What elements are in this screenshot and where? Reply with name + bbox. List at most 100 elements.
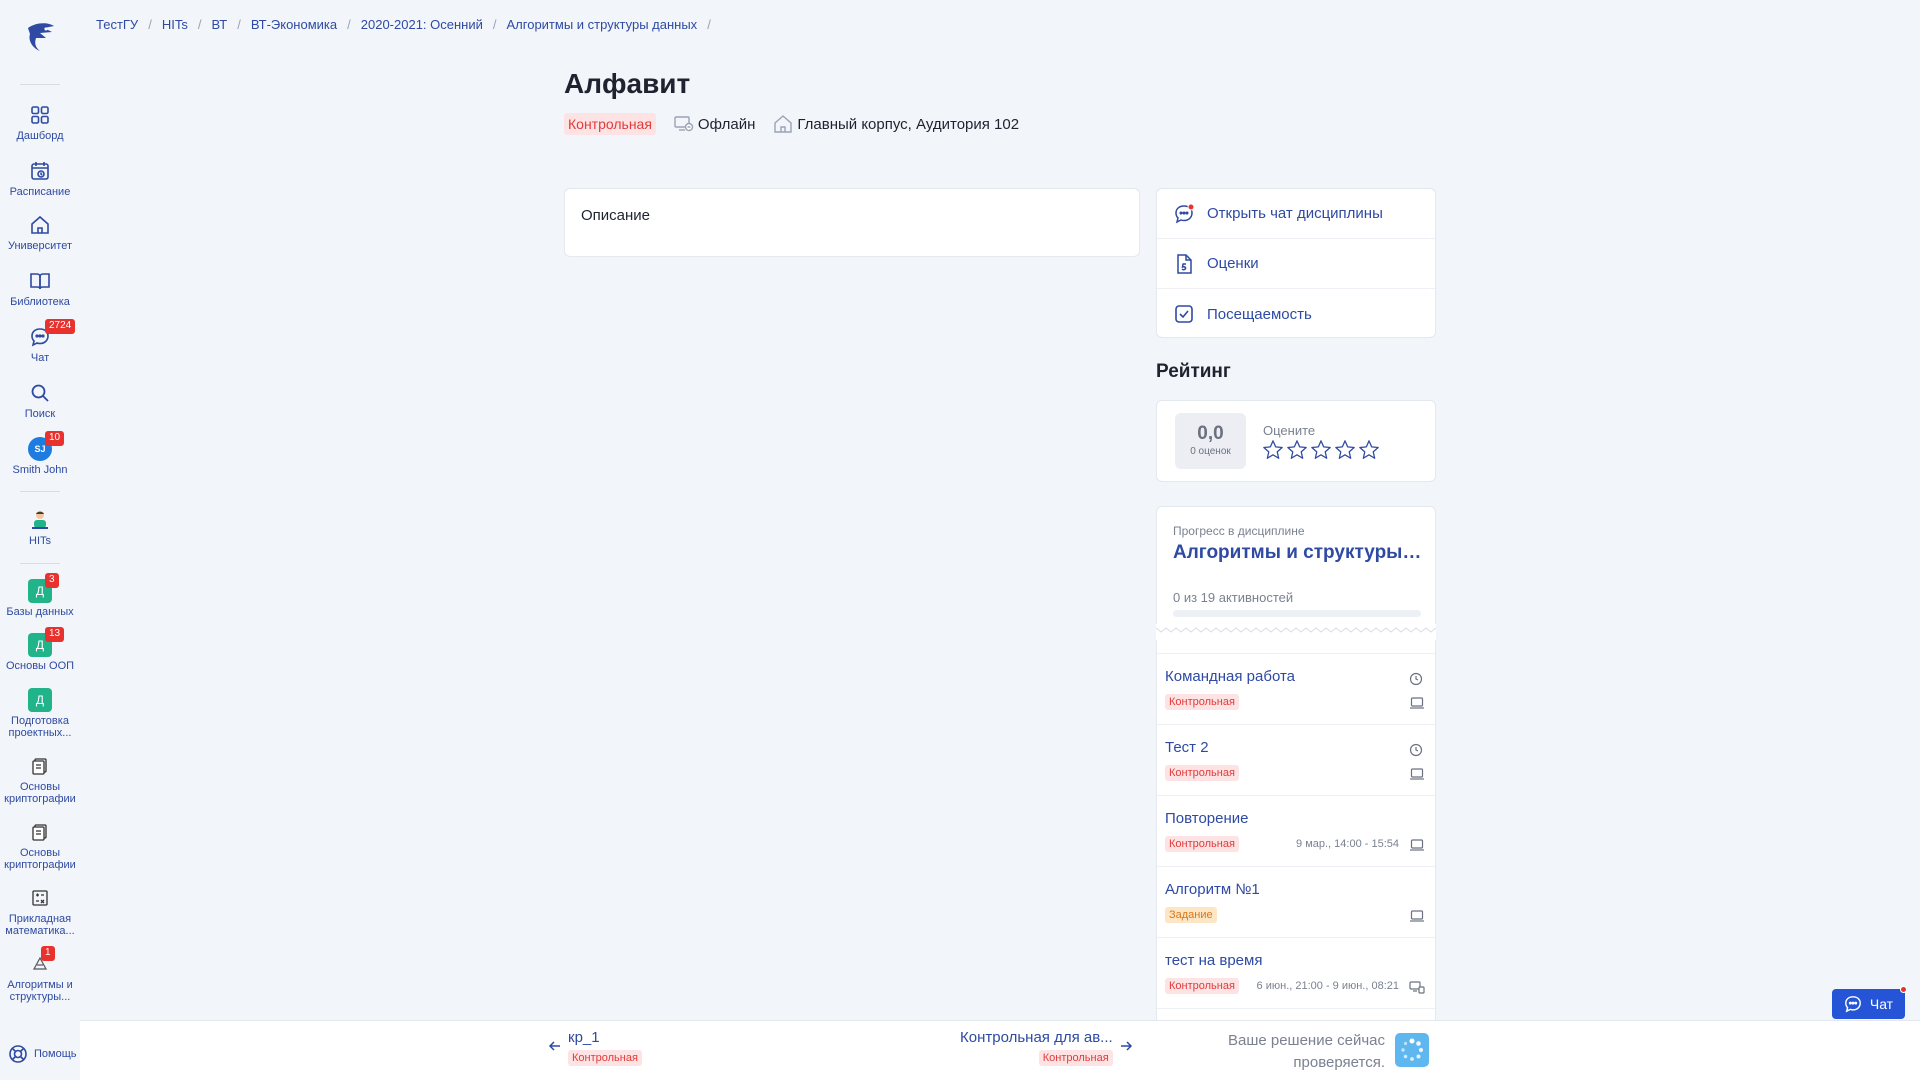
breadcrumb-item[interactable]: 2020-2021: Осенний: [361, 17, 483, 32]
breadcrumb-item[interactable]: Алгоритмы и структуры данных: [507, 17, 698, 32]
activity-navigation-bar: кр_1 Контрольная Контрольная для ав... К…: [80, 1020, 1920, 1080]
description-card: Описание: [564, 188, 1140, 257]
quick-links-card: Открыть чат дисциплины Оценки Посещаемос…: [1156, 188, 1436, 338]
hybrid-format-icon: [1409, 981, 1425, 994]
sidebar-divider: [20, 491, 60, 492]
help-label: Помощь: [34, 1048, 77, 1060]
arrow-right-icon: [1120, 1041, 1132, 1051]
list-item[interactable]: Повторение Контрольная 9 мар., 14:00 - 1…: [1157, 796, 1435, 867]
format-info: Офлайн: [674, 115, 755, 133]
grades-doc-icon: [1173, 253, 1195, 275]
chat-icon: [1844, 996, 1861, 1013]
link-label: Оценки: [1207, 255, 1259, 272]
solution-status: Ваше решение сейчас проверяется.: [1180, 1030, 1385, 1074]
activity-title[interactable]: Тест 2: [1165, 739, 1209, 756]
star-icon[interactable]: [1358, 439, 1380, 461]
sidebar-item-label: Чат: [30, 352, 50, 364]
rating-card: 0,0 0 оценок Оцените: [1156, 400, 1436, 482]
chat-notification-dot: [1900, 986, 1907, 993]
previous-activity-link[interactable]: кр_1 Контрольная: [548, 1029, 642, 1066]
rating-score: 0,0 0 оценок: [1175, 413, 1246, 469]
sidebar-item-label: Подготовка проектных...: [8, 715, 72, 739]
breadcrumb-item[interactable]: ТестГУ: [96, 17, 138, 32]
sidebar-item-label: HITs: [29, 535, 51, 547]
chat-icon: 2724: [28, 319, 76, 349]
activity-title[interactable]: Командная работа: [1165, 668, 1295, 685]
sidebar-course-algorithms[interactable]: 1 Алгоритмы и структуры...: [0, 946, 80, 1003]
next-activity-link[interactable]: Контрольная для ав... Контрольная: [960, 1029, 1132, 1066]
star-icon[interactable]: [1286, 439, 1308, 461]
course-book-icon: [28, 754, 52, 778]
laptop-icon: [1410, 768, 1424, 780]
list-item[interactable]: Алгоритм №1 Задание: [1157, 867, 1435, 938]
grades-link[interactable]: Оценки: [1157, 239, 1435, 289]
sidebar-course-oop[interactable]: Д 13 Основы ООП: [0, 627, 80, 672]
solution-status-line: проверяется.: [1293, 1054, 1385, 1071]
activity-title[interactable]: Алгоритм №1: [1165, 881, 1260, 898]
sidebar-course-databases[interactable]: Д 3 Базы данных: [0, 573, 80, 618]
previous-activity-title: кр_1: [568, 1029, 600, 1046]
help-link[interactable]: Помощь: [8, 1044, 77, 1064]
activity-title[interactable]: Повторение: [1165, 810, 1249, 827]
sidebar-item-label: Университет: [7, 240, 73, 252]
hits-mascot-icon: [28, 508, 52, 532]
rate-prompt: Оцените: [1263, 423, 1316, 438]
laptop-icon: [1410, 839, 1424, 851]
sidebar-course-crypto-1[interactable]: Основы криптографии: [0, 754, 80, 805]
activity-list: Командная работа Контрольная Тест 2 Конт…: [1156, 640, 1436, 1020]
list-item: [1157, 640, 1435, 654]
attendance-link[interactable]: Посещаемость: [1157, 289, 1435, 339]
university-logo-icon[interactable]: [22, 18, 58, 54]
sidebar-item-label: Smith John: [12, 464, 68, 476]
offline-icon: [674, 116, 694, 132]
list-item[interactable]: тест на время Контрольная 6 июн., 21:00 …: [1157, 938, 1435, 1009]
sidebar-item-profile[interactable]: SJ 10 Smith John: [0, 431, 80, 476]
star-rating-input: [1262, 439, 1380, 461]
list-item[interactable]: Командная работа Контрольная: [1157, 654, 1435, 725]
star-icon[interactable]: [1310, 439, 1332, 461]
activity-tag: Контрольная: [1165, 694, 1239, 710]
sidebar-item-university[interactable]: Университет: [0, 213, 80, 252]
sidebar-course-crypto-2[interactable]: Основы криптографии: [0, 820, 80, 871]
activity-tag: Контрольная: [1165, 978, 1239, 994]
progress-bar: [1173, 610, 1421, 617]
sidebar-item-label: Основы ООП: [5, 660, 75, 672]
breadcrumb-item[interactable]: ВТ: [211, 17, 227, 32]
sidebar-item-library[interactable]: Библиотека: [0, 269, 80, 308]
star-icon[interactable]: [1334, 439, 1356, 461]
breadcrumb: ТестГУ / HITs / ВТ / ВТ-Экономика / 2020…: [96, 17, 711, 32]
sidebar-item-search[interactable]: Поиск: [0, 381, 80, 420]
clock-icon: [1409, 672, 1423, 686]
activity-tag: Контрольная: [1165, 765, 1239, 781]
sidebar-course-applied-math[interactable]: Прикладная математика...: [0, 886, 80, 937]
sidebar-item-label: Основы криптографии: [4, 847, 76, 871]
description-label: Описание: [581, 207, 651, 224]
breadcrumb-item[interactable]: ВТ-Экономика: [251, 17, 337, 32]
activity-title[interactable]: тест на время: [1165, 952, 1262, 969]
course-avatar: Д: [28, 688, 52, 712]
sidebar-item-label: Алгоритмы и структуры...: [7, 979, 73, 1003]
chat-unread-badge: 2724: [45, 319, 76, 334]
floating-chat-button[interactable]: Чат: [1832, 986, 1907, 1019]
university-icon: [28, 213, 52, 237]
page-title: Алфавит: [564, 68, 691, 99]
rating-value: 0,0: [1197, 423, 1224, 444]
laptop-icon: [1410, 697, 1424, 709]
open-course-chat-link[interactable]: Открыть чат дисциплины: [1157, 189, 1435, 239]
progress-course-title[interactable]: Алгоритмы и структуры данных: [1173, 542, 1423, 564]
breadcrumb-item[interactable]: HITs: [162, 17, 188, 32]
sidebar-item-label: Дашборд: [16, 130, 64, 142]
sidebar-item-hits[interactable]: HITs: [0, 508, 80, 547]
star-icon[interactable]: [1262, 439, 1284, 461]
list-item[interactable]: Тест 2 Контрольная: [1157, 725, 1435, 796]
sidebar-item-schedule[interactable]: Расписание: [0, 159, 80, 198]
sidebar-item-chat[interactable]: 2724 Чат: [0, 319, 80, 364]
sidebar-item-dashboard[interactable]: Дашборд: [0, 103, 80, 142]
sidebar-course-projects[interactable]: Д Подготовка проектных...: [0, 688, 80, 739]
course-algorithms-icon: 1: [28, 946, 55, 976]
building-icon: [774, 115, 793, 133]
rating-heading: Рейтинг: [1156, 361, 1231, 382]
loading-spinner-icon: [1395, 1033, 1429, 1067]
search-icon: [28, 381, 52, 405]
link-label: Открыть чат дисциплины: [1207, 205, 1383, 222]
